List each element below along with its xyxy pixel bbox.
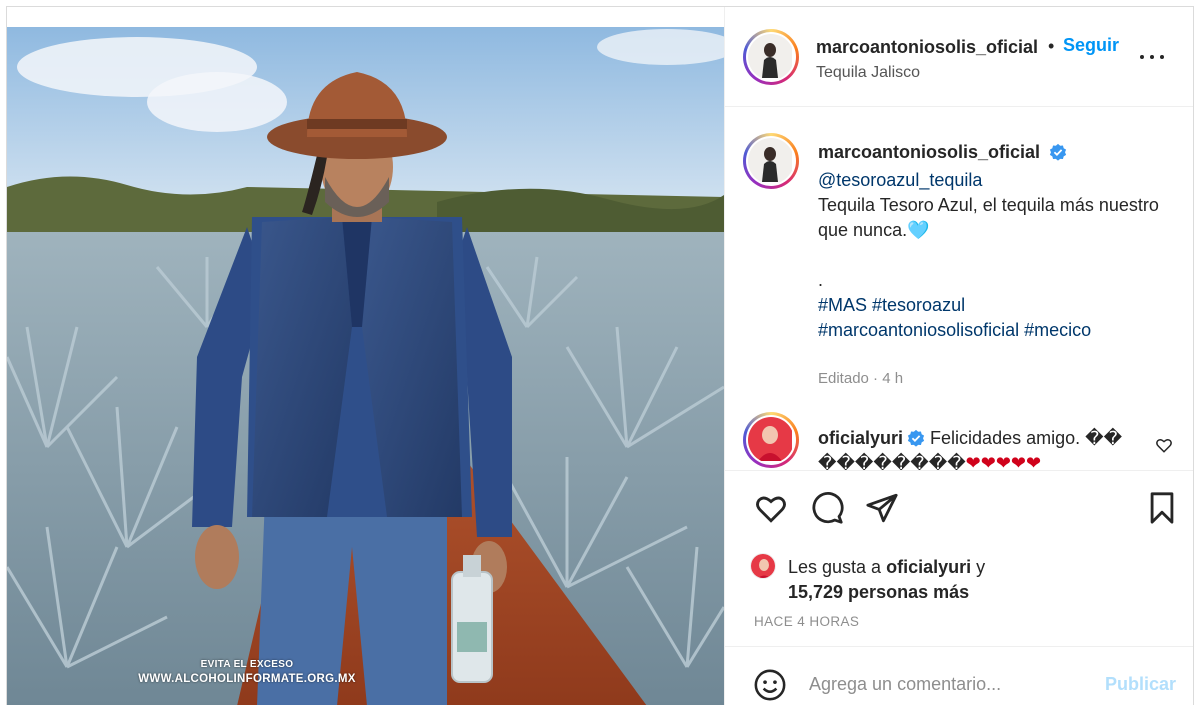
follow-button[interactable]: Seguir [1063, 35, 1119, 56]
heart-icon[interactable] [754, 491, 788, 525]
comments-list: marcoantoniosolis_oficial @tesoroazul_te… [725, 108, 1193, 470]
post-photo [7, 27, 724, 705]
post-actions: Les gusta a oficialyuri y 15,729 persona… [725, 470, 1193, 646]
caption-avatar-image [748, 138, 792, 182]
author-avatar-image [748, 34, 792, 78]
post-timestamp[interactable]: HACE 4 HORAS [754, 614, 859, 629]
teal-heart-emoji: 🩵 [907, 220, 930, 240]
post-header: marcoantoniosolis_oficial • Seguir Tequi… [725, 7, 1193, 107]
comment-text: oficialyuri Felicidades amigo. �� ������… [818, 426, 1136, 470]
add-comment-bar: Publicar [725, 646, 1193, 705]
post-side-panel: marcoantoniosolis_oficial • Seguir Tequi… [724, 7, 1193, 705]
post-location[interactable]: Tequila Jalisco [816, 64, 920, 82]
comment-text-line1: Felicidades amigo. �� [930, 428, 1123, 448]
verified-badge-icon [1049, 143, 1067, 161]
commenter-username[interactable]: oficialyuri [818, 428, 903, 448]
publish-button[interactable]: Publicar [1105, 674, 1176, 695]
caption-hashtags-2[interactable]: #marcoantoniosolisoficial #mecico [818, 318, 1168, 343]
share-icon[interactable] [865, 491, 899, 525]
likes-user[interactable]: oficialyuri [886, 557, 971, 577]
bookmark-icon[interactable] [1145, 491, 1179, 525]
comment-icon[interactable] [810, 491, 844, 525]
header-separator: • [1048, 36, 1055, 56]
comment-hearts: ❤❤❤❤❤ [965, 453, 1042, 470]
commenter-avatar[interactable] [743, 412, 799, 468]
liker-avatar-image [751, 554, 775, 578]
post-image[interactable]: EVITA EL EXCESO WWW.ALCOHOLINFORMATE.ORG… [7, 27, 724, 705]
likes-count[interactable]: 15,729 personas más [788, 582, 969, 602]
caption-mention[interactable]: @tesoroazul_tequila [818, 168, 1168, 193]
likes-prefix: Les gusta a [788, 557, 882, 577]
caption-username[interactable]: marcoantoniosolis_oficial [818, 142, 1040, 162]
emoji-icon[interactable] [753, 668, 787, 702]
caption-meta: Editado · 4 h [818, 370, 904, 387]
comment-like-icon[interactable] [1155, 436, 1173, 454]
comment-input[interactable] [809, 669, 1089, 699]
comment-boxes: �������� [818, 453, 966, 470]
commenter-avatar-image [748, 417, 792, 461]
caption-avatar[interactable] [743, 133, 799, 189]
post-window: EVITA EL EXCESO WWW.ALCOHOLINFORMATE.ORG… [6, 6, 1194, 705]
caption-hashtags-1[interactable]: #MAS #tesoroazul [818, 293, 1168, 318]
caption-text: Tequila Tesoro Azul, el tequila más nues… [818, 195, 1159, 240]
caption-body: @tesoroazul_tequila Tequila Tesoro Azul,… [818, 168, 1168, 343]
likes-conj: y [976, 557, 986, 577]
likes-summary[interactable]: Les gusta a oficialyuri y 15,729 persona… [788, 555, 1168, 605]
watermark-line-2: WWW.ALCOHOLINFORMATE.ORG.MX [138, 673, 356, 685]
more-options-icon[interactable] [1138, 49, 1166, 65]
watermark-line-1: EVITA EL EXCESO [200, 659, 294, 670]
caption-username-row: marcoantoniosolis_oficial [818, 142, 1067, 163]
liker-avatar[interactable] [750, 553, 776, 579]
author-username[interactable]: marcoantoniosolis_oficial [816, 37, 1038, 58]
author-avatar[interactable] [743, 29, 799, 85]
caption-dot: . [818, 270, 824, 290]
verified-badge-icon [907, 429, 925, 447]
caption-text-row: Tequila Tesoro Azul, el tequila más nues… [818, 193, 1168, 243]
